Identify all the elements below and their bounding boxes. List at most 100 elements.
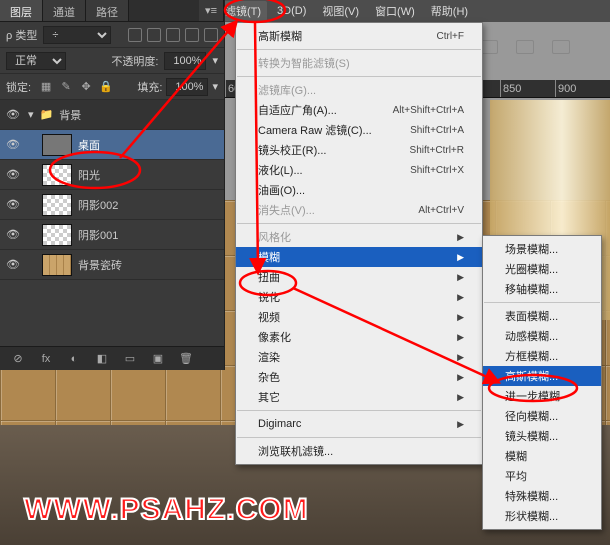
menu-item-label: 平均 bbox=[505, 468, 527, 484]
menu-item-label: 滤镜库(G)... bbox=[258, 82, 316, 98]
menu-item[interactable]: 特殊模糊... bbox=[483, 486, 601, 506]
mask-icon[interactable]: ◐ bbox=[66, 351, 82, 367]
menu-item[interactable]: 液化(L)...Shift+Ctrl+X bbox=[236, 160, 482, 180]
layer-name[interactable]: 阳光 bbox=[78, 167, 220, 183]
lock-all-icon[interactable]: 🔒 bbox=[99, 80, 113, 94]
adjustment-icon[interactable]: ◧ bbox=[94, 351, 110, 367]
trash-icon[interactable]: 🗑 bbox=[178, 351, 194, 367]
menu-item[interactable]: 移轴模糊... bbox=[483, 279, 601, 299]
layer-thumbnail[interactable] bbox=[42, 194, 72, 216]
layer-row[interactable]: 👁 桌面 bbox=[0, 130, 224, 160]
blend-mode-select[interactable]: 正常 bbox=[6, 52, 66, 70]
filter-adjust-icon[interactable] bbox=[147, 28, 161, 42]
group-collapse-icon[interactable]: ▾ bbox=[28, 108, 34, 121]
menu-item[interactable]: 扭曲▶ bbox=[236, 267, 482, 287]
lock-position-icon[interactable]: ✥ bbox=[79, 80, 93, 94]
menu-item-label: 转换为智能滤镜(S) bbox=[258, 55, 350, 71]
group-icon[interactable]: ▭ bbox=[122, 351, 138, 367]
layer-thumbnail[interactable] bbox=[42, 134, 72, 156]
visibility-eye-icon[interactable]: 👁 bbox=[4, 258, 22, 271]
menu-item[interactable]: 高斯模糊Ctrl+F bbox=[236, 26, 482, 46]
visibility-eye-icon[interactable]: 👁 bbox=[4, 138, 22, 151]
fill-flyout-icon[interactable]: ▾ bbox=[212, 80, 218, 93]
panel-menu-icon[interactable]: ▾≡ bbox=[199, 0, 224, 21]
menu-item[interactable]: 油画(O)... bbox=[236, 180, 482, 200]
layer-group[interactable]: 👁▾📁背景 bbox=[0, 100, 224, 130]
kind-select[interactable]: ÷ bbox=[43, 26, 111, 44]
menu-item[interactable]: 渲染▶ bbox=[236, 347, 482, 367]
layer-name[interactable]: 阴影002 bbox=[78, 197, 220, 213]
fx-icon[interactable]: fx bbox=[38, 351, 54, 367]
menu-item[interactable]: 径向模糊... bbox=[483, 406, 601, 426]
submenu-arrow-icon: ▶ bbox=[457, 292, 464, 303]
menu-item-label: 光圈模糊... bbox=[505, 261, 558, 277]
layer-name[interactable]: 阴影001 bbox=[78, 227, 220, 243]
opacity-input[interactable] bbox=[164, 52, 206, 70]
layer-name[interactable]: 背景 bbox=[59, 107, 220, 123]
filter-shape-icon[interactable] bbox=[185, 28, 199, 42]
layer-row[interactable]: 👁 阴影002 bbox=[0, 190, 224, 220]
visibility-eye-icon[interactable]: 👁 bbox=[4, 228, 22, 241]
layer-name[interactable]: 背景瓷砖 bbox=[78, 257, 220, 273]
link-layers-icon[interactable]: ⊘ bbox=[10, 351, 26, 367]
menu-item[interactable]: 模糊 bbox=[483, 446, 601, 466]
layer-row[interactable]: 👁 阳光 bbox=[0, 160, 224, 190]
visibility-eye-icon[interactable]: 👁 bbox=[4, 108, 22, 121]
menu-item[interactable]: 锐化▶ bbox=[236, 287, 482, 307]
menu-item[interactable]: 场景模糊... bbox=[483, 239, 601, 259]
filter-type-icon[interactable] bbox=[166, 28, 180, 42]
menu-3d[interactable]: 3D(D) bbox=[271, 3, 312, 19]
layer-row[interactable]: 👁 阴影001 bbox=[0, 220, 224, 250]
menu-item[interactable]: 高斯模糊... bbox=[483, 366, 601, 386]
layer-thumbnail[interactable] bbox=[42, 254, 72, 276]
menu-item[interactable]: 形状模糊... bbox=[483, 506, 601, 526]
menu-help[interactable]: 帮助(H) bbox=[425, 1, 474, 21]
menu-item[interactable]: 自适应广角(A)...Alt+Shift+Ctrl+A bbox=[236, 100, 482, 120]
layer-row[interactable]: 👁 背景瓷砖 bbox=[0, 250, 224, 280]
opacity-flyout-icon[interactable]: ▾ bbox=[212, 54, 218, 67]
menu-item-label: 浏览联机滤镜... bbox=[258, 443, 333, 459]
submenu-arrow-icon: ▶ bbox=[457, 332, 464, 343]
tab-paths[interactable]: 路径 bbox=[86, 0, 129, 21]
layer-thumbnail[interactable] bbox=[42, 164, 72, 186]
opt-icon[interactable] bbox=[552, 40, 570, 54]
menu-item[interactable]: 动感模糊... bbox=[483, 326, 601, 346]
menu-item-label: 动感模糊... bbox=[505, 328, 558, 344]
menu-item[interactable]: 浏览联机滤镜... bbox=[236, 441, 482, 461]
menu-item[interactable]: 视频▶ bbox=[236, 307, 482, 327]
menu-item[interactable]: Digimarc▶ bbox=[236, 414, 482, 434]
layer-thumbnail[interactable] bbox=[42, 224, 72, 246]
menu-item[interactable]: 像素化▶ bbox=[236, 327, 482, 347]
tab-channels[interactable]: 通道 bbox=[43, 0, 86, 21]
layer-name[interactable]: 桌面 bbox=[78, 137, 220, 153]
menu-item[interactable]: 模糊▶ bbox=[236, 247, 482, 267]
opt-icon[interactable] bbox=[516, 40, 534, 54]
menu-item[interactable]: 平均 bbox=[483, 466, 601, 486]
menu-item-label: 镜头校正(R)... bbox=[258, 142, 326, 158]
tab-layers[interactable]: 图层 bbox=[0, 0, 43, 21]
menu-item[interactable]: 方框模糊... bbox=[483, 346, 601, 366]
fill-input[interactable] bbox=[166, 78, 208, 96]
visibility-eye-icon[interactable]: 👁 bbox=[4, 198, 22, 211]
menu-item[interactable]: 其它▶ bbox=[236, 387, 482, 407]
menu-item-shortcut: Shift+Ctrl+R bbox=[410, 145, 464, 156]
filter-smart-icon[interactable] bbox=[204, 28, 218, 42]
menu-item[interactable]: Camera Raw 滤镜(C)...Shift+Ctrl+A bbox=[236, 120, 482, 140]
menu-item[interactable]: 进一步模糊 bbox=[483, 386, 601, 406]
menu-filter[interactable]: 滤镜(T) bbox=[219, 1, 267, 21]
menu-item[interactable]: 光圈模糊... bbox=[483, 259, 601, 279]
menu-item[interactable]: 镜头模糊... bbox=[483, 426, 601, 446]
menu-item[interactable]: 镜头校正(R)... Shift+Ctrl+R bbox=[236, 140, 482, 160]
visibility-eye-icon[interactable]: 👁 bbox=[4, 168, 22, 181]
lock-paint-icon[interactable]: ✎ bbox=[59, 80, 73, 94]
menu-separator bbox=[237, 223, 481, 224]
lock-transparent-icon[interactable]: ▦ bbox=[39, 80, 53, 94]
menu-item-label: 模糊 bbox=[505, 448, 527, 464]
filter-pixel-icon[interactable] bbox=[128, 28, 142, 42]
menu-view[interactable]: 视图(V) bbox=[316, 1, 365, 21]
submenu-arrow-icon: ▶ bbox=[457, 419, 464, 430]
menu-item[interactable]: 表面模糊... bbox=[483, 306, 601, 326]
new-layer-icon[interactable]: ▣ bbox=[150, 351, 166, 367]
menu-item[interactable]: 杂色▶ bbox=[236, 367, 482, 387]
menu-window[interactable]: 窗口(W) bbox=[369, 1, 421, 21]
